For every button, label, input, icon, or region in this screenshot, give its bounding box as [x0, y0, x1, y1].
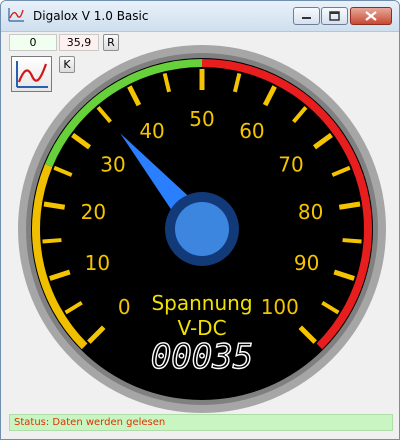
- gauge-scale-label: 20: [81, 200, 106, 224]
- gauge-scale-label: 70: [278, 152, 303, 176]
- gauge-scale-label: 40: [139, 119, 164, 143]
- gauge-scale-label: 50: [189, 107, 214, 131]
- digital-readout: 00035: [151, 337, 253, 377]
- gauge-scale-label: 90: [294, 251, 319, 275]
- gauge-major-tick: [338, 201, 361, 210]
- gauge-hub: [175, 202, 229, 256]
- gauge-scale-label: 80: [298, 200, 323, 224]
- app-window: Digalox V 1.0 Basic 0 35,9 R K 0 10 20 3…: [0, 0, 400, 440]
- status-text: Status: Daten werden gelesen: [14, 417, 166, 428]
- gauge-scale-label: 0: [118, 295, 131, 319]
- gauge-minor-tick: [342, 238, 362, 244]
- status-bar: Status: Daten werden gelesen: [9, 414, 393, 431]
- gauge-caption-quantity: Spannung: [151, 291, 252, 315]
- gauge-scale-label: 30: [100, 152, 125, 176]
- gauge-major-tick: [43, 201, 66, 210]
- gauge-scale-label: 60: [239, 119, 264, 143]
- gauge-scale-label: 100: [261, 295, 299, 319]
- gauge: 010203040 50 60708090100 Spannung V-DC 000…: [18, 45, 386, 413]
- gauge-scale-label: 10: [85, 251, 110, 275]
- gauge-minor-tick: [42, 238, 62, 244]
